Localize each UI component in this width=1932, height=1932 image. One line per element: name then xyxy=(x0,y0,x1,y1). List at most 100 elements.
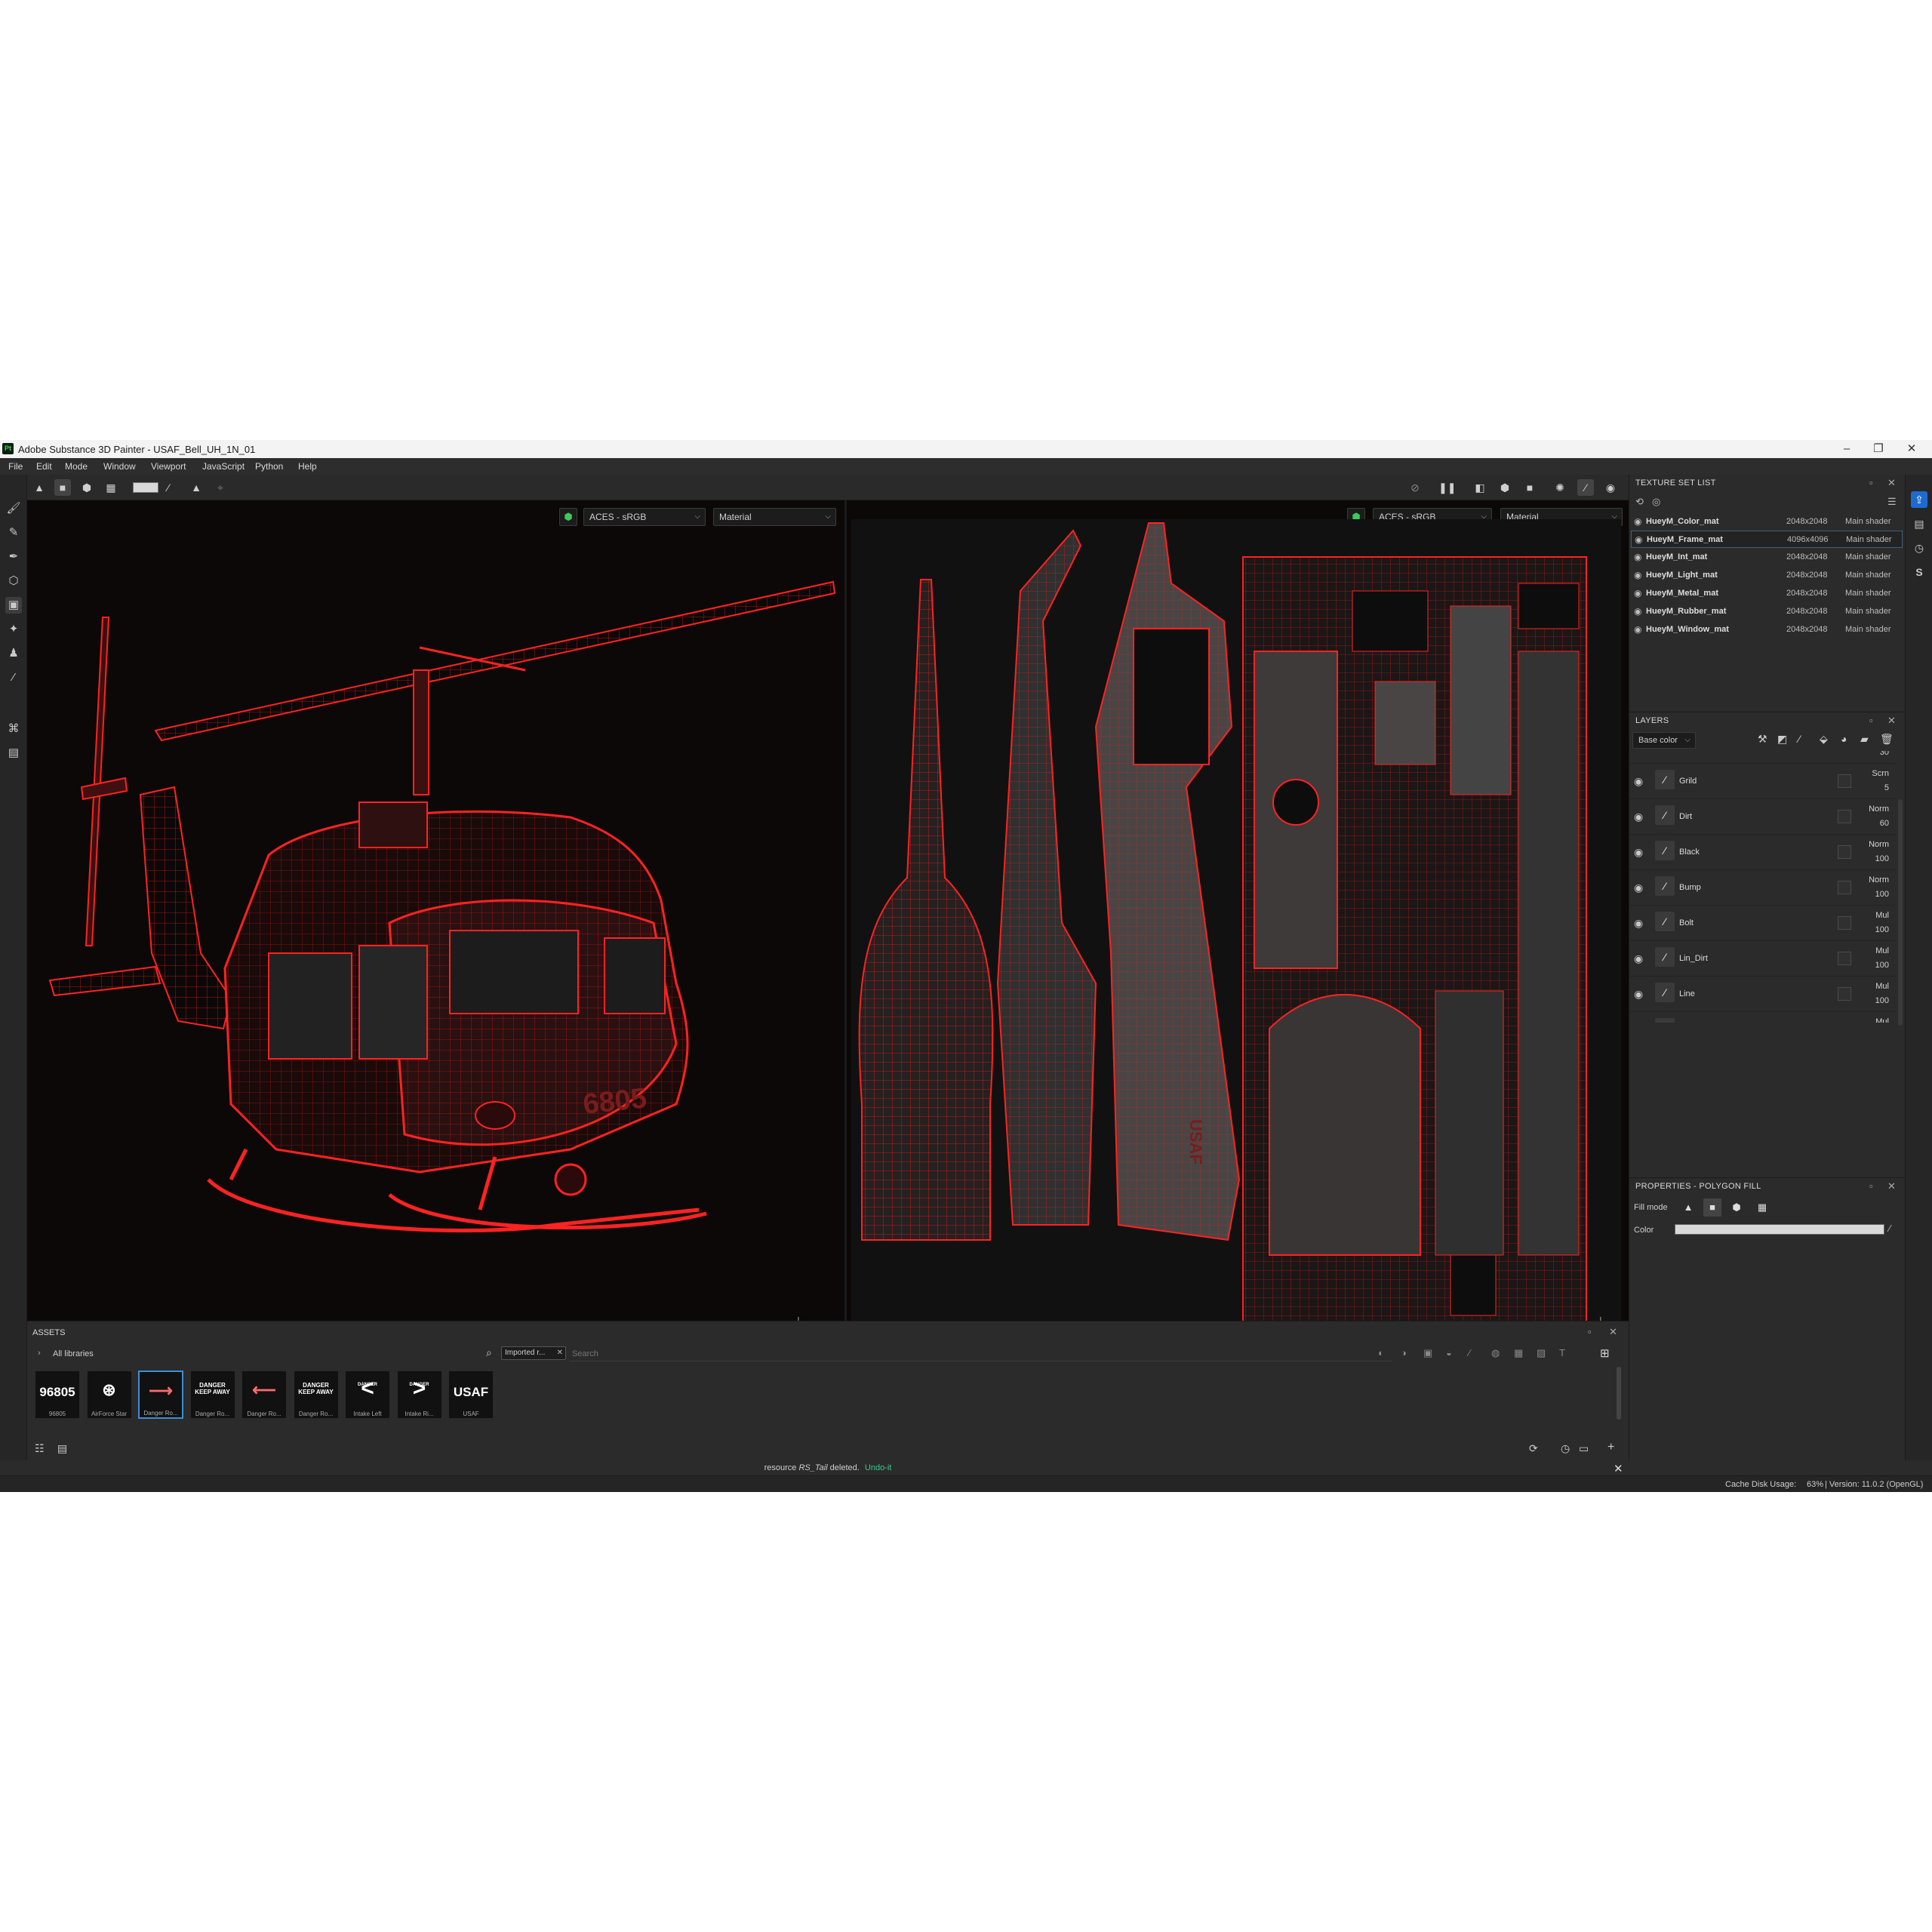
paint-brush-icon[interactable]: 🖌 xyxy=(5,500,22,517)
bake-icon[interactable]: ⌘ xyxy=(5,721,22,737)
eye-icon[interactable]: ◉ xyxy=(1634,811,1643,823)
chevron-right-icon[interactable]: › xyxy=(38,1349,41,1358)
texture-set-row[interactable]: ◉ HueyM_Int_mat 2048x2048 Main shader xyxy=(1631,549,1903,566)
menu-viewport[interactable]: Viewport xyxy=(151,461,186,472)
blend-mode-selector[interactable]: Scrn xyxy=(1856,769,1889,778)
search-input[interactable] xyxy=(569,1346,1392,1361)
blend-mode-selector[interactable]: Mul xyxy=(1856,1017,1889,1023)
menu-edit[interactable]: Edit xyxy=(36,461,52,472)
eyedropper-icon[interactable]: ⁄ xyxy=(160,479,177,496)
maximize-button[interactable]: ❐ xyxy=(1867,441,1890,457)
add-effect-icon[interactable]: ⚒ xyxy=(1758,733,1767,746)
filter-material-icon[interactable]: ◐ xyxy=(1378,1347,1384,1358)
smudge-icon[interactable]: ✦ xyxy=(5,621,22,638)
fill-triangle-icon[interactable]: ▲ xyxy=(1679,1198,1697,1217)
layer-row[interactable]: ◉ ⁄ Black Norm 100 xyxy=(1629,835,1895,870)
layer-row[interactable]: ◉ ⁄ Lin_Dirt Mul 100 xyxy=(1629,941,1895,977)
eye-icon[interactable]: ◉ xyxy=(1634,606,1641,617)
blend-mode-selector[interactable]: Mul xyxy=(1856,946,1889,955)
sync-icon[interactable]: ⟲ xyxy=(1635,496,1644,508)
eye-icon[interactable]: ◉ xyxy=(1634,917,1643,930)
mask-slot[interactable] xyxy=(1838,810,1851,823)
mesh-fill-icon[interactable]: ⬢ xyxy=(78,479,95,496)
fill-polygon-icon[interactable]: ■ xyxy=(1703,1198,1721,1217)
measure-icon[interactable]: ▤ xyxy=(5,745,22,761)
eye-icon[interactable]: ◉ xyxy=(1634,952,1643,965)
layer-row[interactable]: ◉ ⁄ Dirt Norm 60 xyxy=(1629,799,1895,835)
eye-icon[interactable]: ◉ xyxy=(1634,588,1641,598)
asset-thumbnail[interactable]: USAF USAF xyxy=(448,1371,494,1419)
assets-scrollbar[interactable] xyxy=(1617,1367,1621,1420)
close-window-button[interactable]: ✕ xyxy=(1900,441,1923,457)
asset-thumbnail[interactable]: ⟵ Danger Ro... xyxy=(242,1371,287,1419)
blend-mode-selector[interactable]: Norm xyxy=(1856,875,1889,884)
add-asset-icon[interactable]: + xyxy=(1607,1441,1614,1454)
menu-mode[interactable]: Mode xyxy=(65,461,88,472)
menu-python[interactable]: Python xyxy=(255,461,283,472)
blend-mode-selector[interactable]: Mul xyxy=(1856,911,1889,920)
projection-icon[interactable]: ✒ xyxy=(5,549,22,565)
history-assets-icon[interactable]: ◷ xyxy=(1561,1442,1570,1455)
screenshot-icon[interactable]: ◉ xyxy=(1602,479,1619,496)
polygon-square-icon[interactable]: ■ xyxy=(54,479,71,496)
filter-chip[interactable]: Imported r... ✕ xyxy=(501,1346,566,1360)
add-folder-icon[interactable]: ▰ xyxy=(1860,733,1869,746)
add-paint-layer-icon[interactable]: ⁄ xyxy=(1798,733,1800,745)
substance-icon[interactable]: S xyxy=(1911,564,1927,580)
uv-chunk-icon[interactable]: ▦ xyxy=(103,479,119,496)
float-panel-icon[interactable]: ▫ xyxy=(1869,1180,1873,1192)
lazy-mouse-icon[interactable]: ⌖ xyxy=(212,479,229,496)
delete-layer-icon[interactable]: 🗑 xyxy=(1880,733,1894,746)
dismiss-notice-icon[interactable]: ✕ xyxy=(1614,1462,1623,1475)
menu-file[interactable]: File xyxy=(8,461,23,472)
geometry-fill-icon[interactable]: ⬡ xyxy=(5,573,22,589)
close-panel-icon[interactable]: ✕ xyxy=(1887,477,1896,489)
filter-filter-icon[interactable]: ◒ xyxy=(1446,1347,1452,1358)
filter-text-icon[interactable]: T xyxy=(1559,1347,1565,1358)
filter-smart-material-icon[interactable]: ◑ xyxy=(1401,1347,1407,1358)
eye-icon[interactable]: ◉ xyxy=(1635,534,1642,545)
share-icon[interactable]: ⇪ xyxy=(1911,491,1927,508)
close-panel-icon[interactable]: ✕ xyxy=(1887,1180,1896,1192)
opacity-value[interactable]: 100 xyxy=(1856,890,1889,899)
asset-thumbnail[interactable]: ⊛ AirForce Star xyxy=(86,1371,132,1419)
fill-mesh-icon[interactable]: ⬢ xyxy=(1727,1198,1746,1217)
mask-slot[interactable] xyxy=(1838,952,1851,965)
eye-icon[interactable]: ◉ xyxy=(1634,552,1641,562)
asset-thumbnail[interactable]: ⟶ Danger Ro... xyxy=(138,1371,183,1419)
close-panel-icon[interactable]: ✕ xyxy=(1887,715,1896,727)
clone-stamp-icon[interactable]: ♟ xyxy=(5,645,22,662)
menu-window[interactable]: Window xyxy=(103,461,136,472)
display-settings-icon[interactable]: ▤ xyxy=(1911,515,1927,532)
filter-mask-icon[interactable]: ▣ xyxy=(1423,1347,1432,1359)
viewport-2d[interactable]: ⬢ ACES - sRGB ⌵ Material ⌵ USAF xyxy=(847,500,1629,1376)
asset-thumbnail[interactable]: < DANGER Intake Left xyxy=(345,1371,390,1419)
float-panel-icon[interactable]: ▫ xyxy=(1869,715,1873,726)
pause-icon[interactable]: ❚❚ xyxy=(1438,479,1456,496)
menu-help[interactable]: Help xyxy=(298,461,317,472)
blend-mode-selector[interactable]: Norm xyxy=(1856,840,1889,849)
layer-row[interactable]: ◉ ⁄ Line Mul 100 xyxy=(1629,977,1895,1012)
open-folder-icon[interactable]: ▭ xyxy=(1579,1442,1589,1455)
opacity-value[interactable]: 100 xyxy=(1856,854,1889,863)
layer-row[interactable]: ◉ ⁄ Grild Scrn 5 xyxy=(1629,764,1895,799)
eye-icon[interactable]: ◉ xyxy=(1634,516,1641,527)
layer-channel-dropdown[interactable]: Base color ⌵ xyxy=(1632,732,1696,749)
refresh-icon[interactable]: ⟳ xyxy=(1529,1442,1538,1455)
fill-uv-icon[interactable]: ▦ xyxy=(1753,1198,1771,1217)
opacity-value[interactable]: 100 xyxy=(1856,961,1889,970)
texture-set-row[interactable]: ◉ HueyM_Light_mat 2048x2048 Main shader xyxy=(1631,567,1903,584)
grid-view-icon[interactable]: ⊞ xyxy=(1600,1346,1610,1360)
list-options-icon[interactable]: ☷ xyxy=(35,1442,45,1455)
texture-set-row-selected[interactable]: ◉ HueyM_Frame_mat 4096x4096 Main shader xyxy=(1631,531,1903,548)
fill-color-swatch[interactable] xyxy=(133,482,158,493)
eye-icon[interactable]: ◉ xyxy=(1634,881,1643,894)
asset-thumbnail[interactable]: > DANGER Intake Ri... xyxy=(396,1371,442,1419)
blend-mode-selector[interactable]: Mul xyxy=(1856,982,1889,991)
texture-set-row[interactable]: ◉ HueyM_Metal_mat 2048x2048 Main shader xyxy=(1631,585,1903,602)
split-view-icon[interactable]: ◧ xyxy=(1472,479,1488,496)
history-icon[interactable]: ◷ xyxy=(1911,540,1927,556)
filter-texture-icon[interactable]: ▦ xyxy=(1514,1347,1523,1359)
asset-thumbnail[interactable]: 96805 96805 xyxy=(35,1371,80,1419)
filter-brush-icon[interactable]: ⁄ xyxy=(1469,1347,1470,1358)
